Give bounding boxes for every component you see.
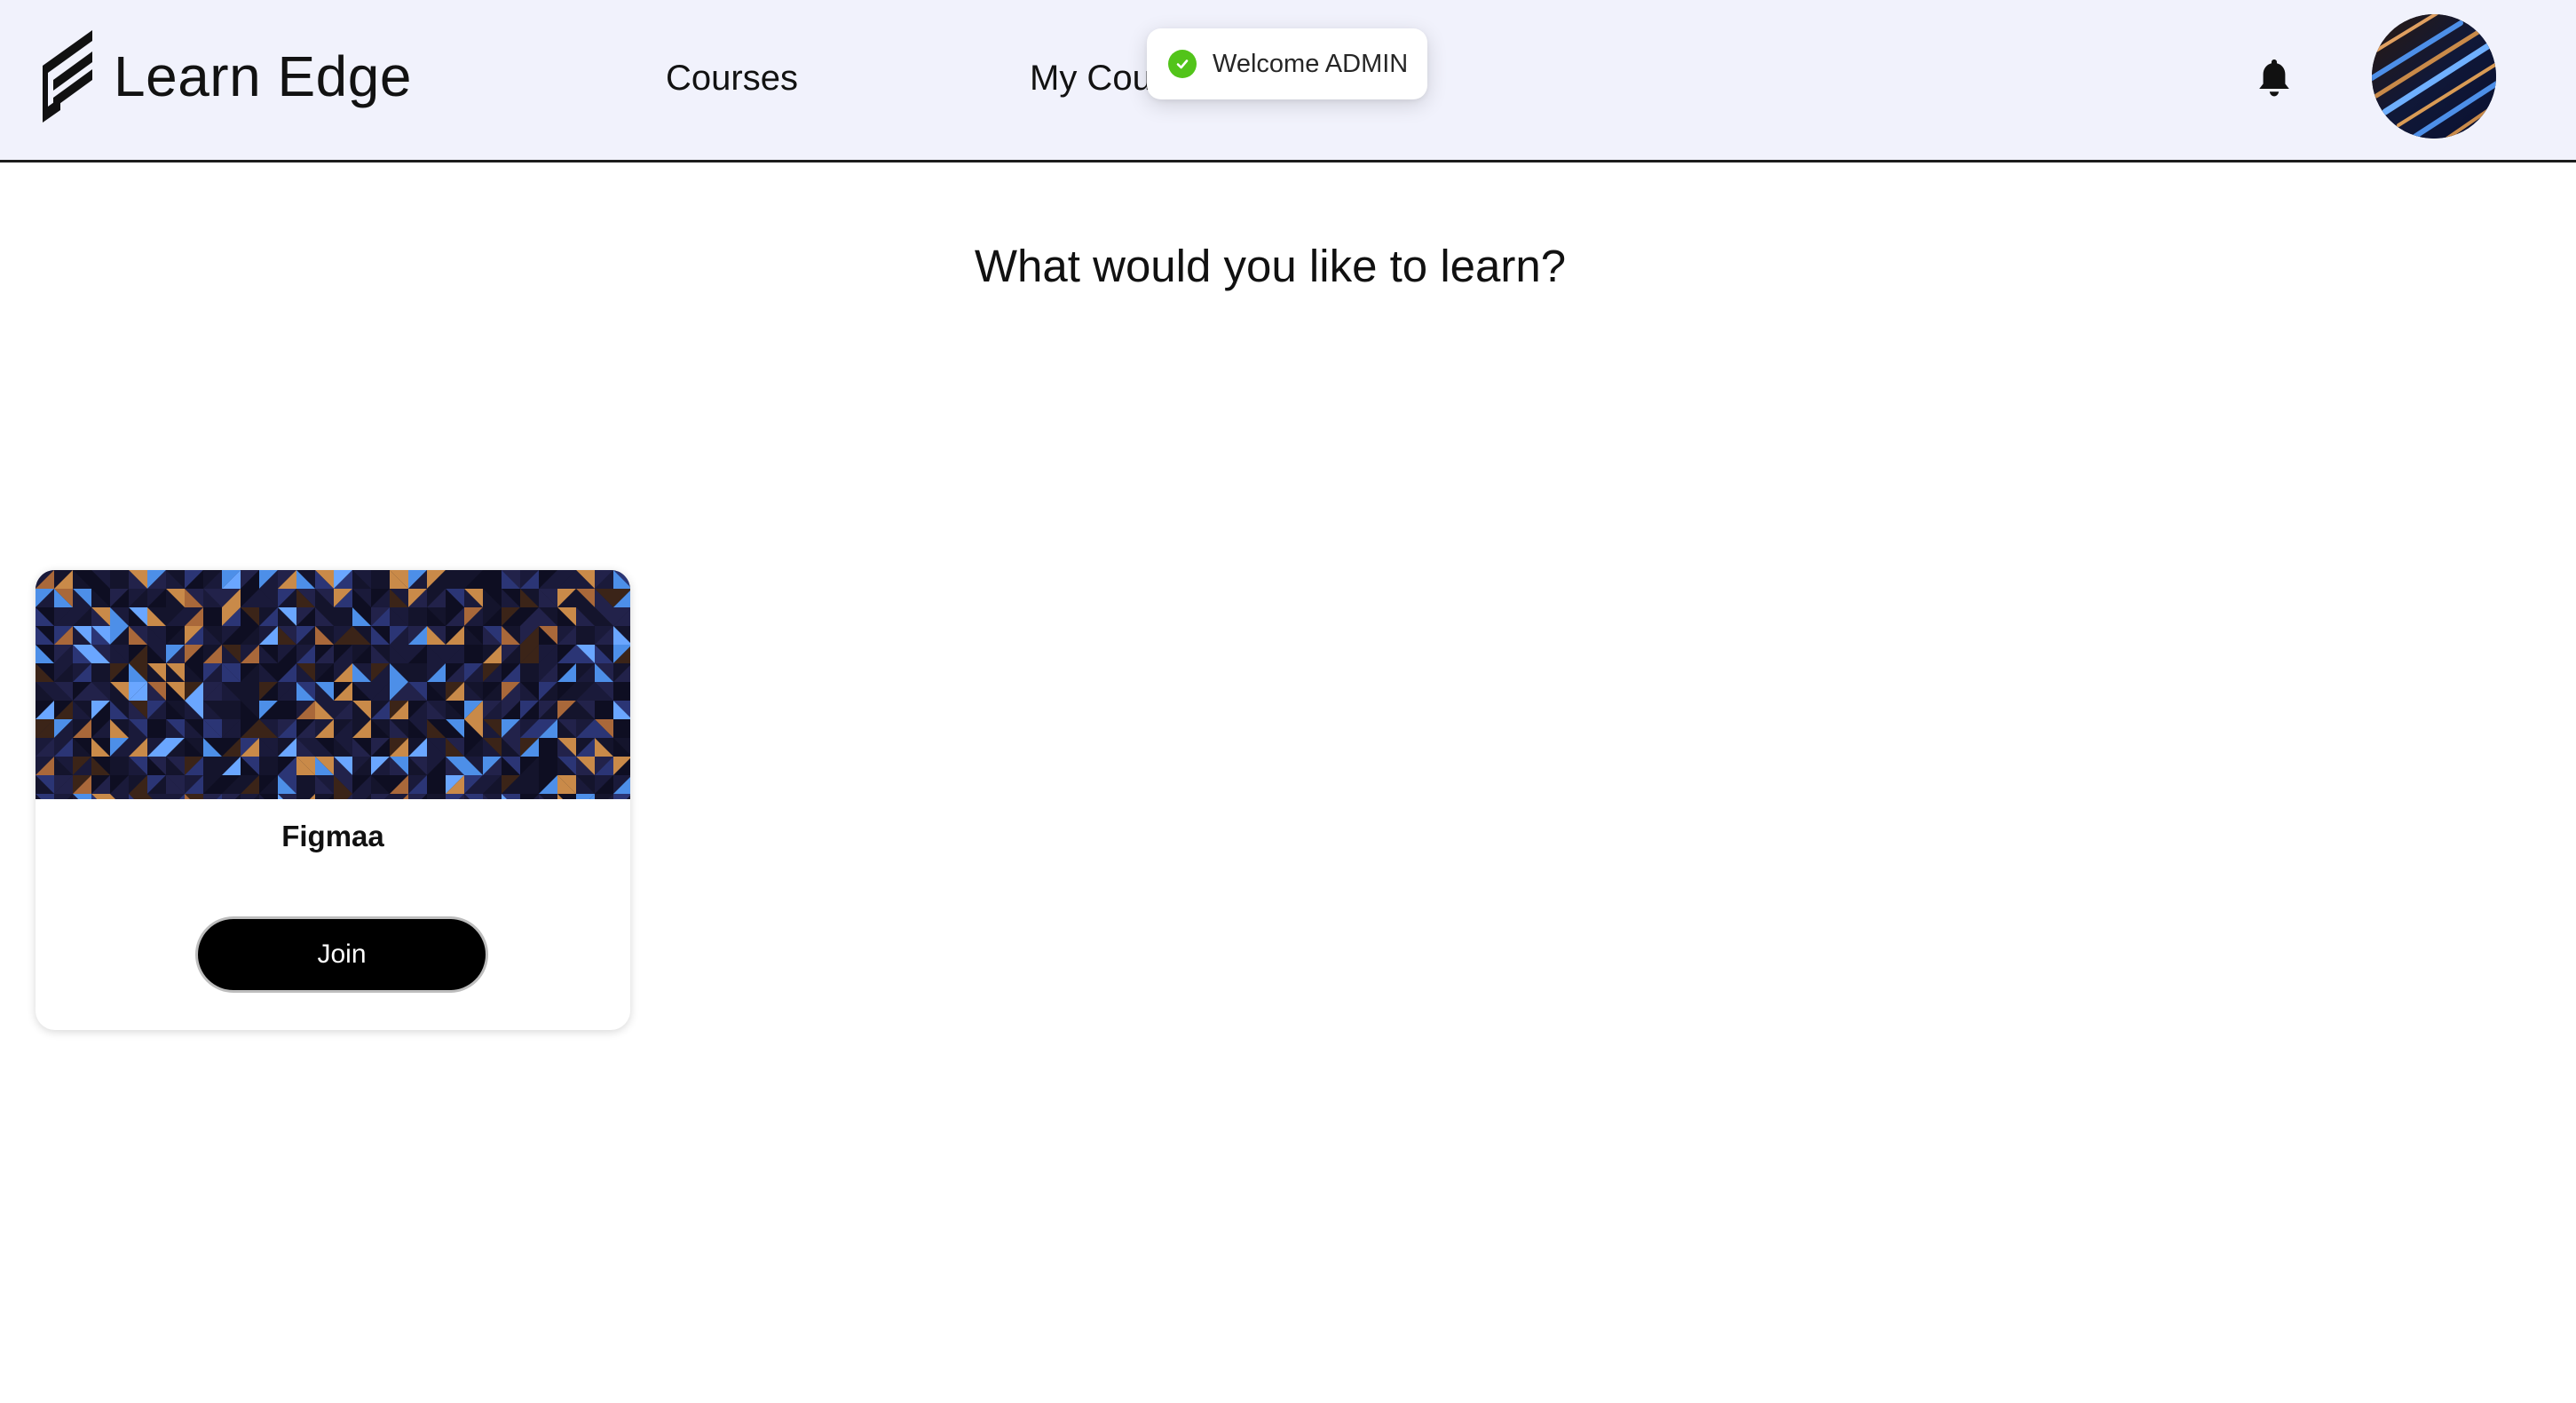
brand-name: Learn Edge [114,44,412,108]
nav-courses[interactable]: Courses [666,57,798,99]
app-root: Learn Edge Courses My Courses Welcome AD… [0,0,2576,1403]
toast-message: Welcome ADMIN [1213,49,1409,78]
course-cover-image [36,570,630,799]
bell-icon[interactable] [2255,57,2294,99]
avatar[interactable] [2372,14,2496,139]
course-card: Figmaa Join [36,570,630,1030]
avatar-image [2372,14,2496,139]
check-circle-icon [1168,50,1197,78]
learn-edge-logo-icon [43,30,92,123]
page-heading: What would you like to learn? [974,241,1567,291]
course-title: Figmaa [281,820,384,852]
welcome-toast: Welcome ADMIN [1147,28,1427,99]
brand-link[interactable]: Learn Edge [39,30,412,123]
join-button[interactable]: Join [195,916,488,993]
